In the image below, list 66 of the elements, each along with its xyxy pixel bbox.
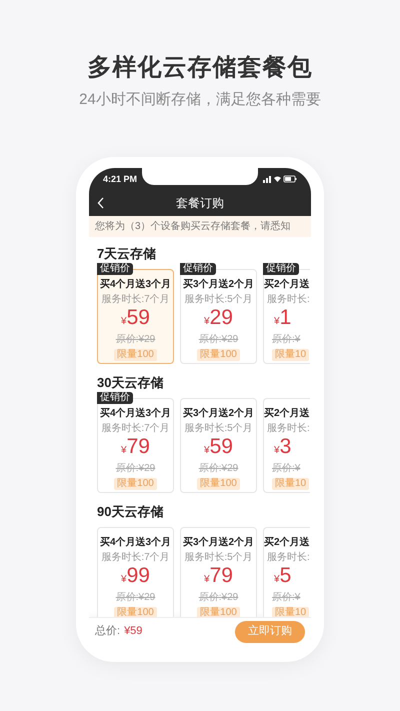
plan-card[interactable]: 买4个月送3个月 服务时长:7个月 ¥99 原价:¥29 限量100 bbox=[97, 527, 174, 617]
original-price: 原价:¥29 bbox=[116, 592, 156, 604]
plan-price: ¥3 bbox=[273, 435, 292, 460]
limit-tag: 限量10 bbox=[272, 349, 310, 361]
promo-badge: 促销价 bbox=[263, 263, 299, 275]
back-icon[interactable] bbox=[97, 197, 105, 209]
plan-card[interactable]: 买2个月送 服务时长: ¥5 原价:¥ 限量10 bbox=[263, 527, 310, 617]
plan-price: ¥99 bbox=[121, 564, 150, 589]
plan-price: ¥59 bbox=[204, 435, 233, 460]
original-price: 原价:¥29 bbox=[116, 463, 156, 475]
limit-tag: 限量100 bbox=[114, 607, 157, 617]
plan-price: ¥59 bbox=[121, 306, 150, 331]
plan-duration: 服务时长:5个月 bbox=[184, 422, 253, 435]
limit-tag: 限量100 bbox=[197, 607, 240, 617]
plan-name: 买2个月送 bbox=[264, 278, 310, 291]
section-title: 7天云存储 bbox=[96, 245, 158, 263]
limit-tag: 限量10 bbox=[272, 478, 310, 490]
section-title: 90天云存储 bbox=[96, 503, 164, 521]
status-time: 4:21 PM bbox=[103, 173, 138, 186]
limit-tag: 限量100 bbox=[197, 349, 240, 361]
plan-duration: 服务时长:7个月 bbox=[101, 422, 170, 435]
plan-duration: 服务时长:7个月 bbox=[101, 293, 170, 306]
subheadline: 24小时不间断存储，满足您各种需要 bbox=[79, 90, 321, 110]
plan-card[interactable]: 买2个月送 服务时长: ¥3 原价:¥ 限量10 bbox=[263, 398, 310, 493]
limit-tag: 限量100 bbox=[114, 478, 157, 490]
plan-name: 买2个月送 bbox=[264, 536, 310, 549]
plan-name: 买3个月送2个月 bbox=[182, 407, 254, 420]
nav-title: 套餐订购 bbox=[175, 195, 225, 212]
promo-badge: 促销价 bbox=[97, 263, 133, 275]
plan-name: 买4个月送3个月 bbox=[100, 407, 172, 420]
original-price: 原价:¥29 bbox=[198, 463, 238, 475]
original-price: 原价:¥ bbox=[271, 334, 300, 346]
original-price: 原价:¥29 bbox=[198, 592, 238, 604]
plan-price: ¥79 bbox=[204, 564, 233, 589]
plan-name: 买4个月送3个月 bbox=[100, 278, 172, 291]
plan-card[interactable]: 买3个月送2个月 服务时长:5个月 ¥79 原价:¥29 限量100 bbox=[180, 527, 257, 617]
notice-text: 您将为（3）个设备购买云存储套餐，请悉知 bbox=[95, 220, 291, 234]
section-title: 30天云存储 bbox=[96, 374, 164, 392]
plan-duration: 服务时长: bbox=[266, 551, 310, 564]
promo-badge: 促销价 bbox=[180, 263, 216, 275]
promo-badge: 促销价 bbox=[97, 392, 133, 404]
total-price: ¥59 bbox=[124, 624, 142, 640]
plan-duration: 服务时长:5个月 bbox=[184, 551, 253, 564]
plan-name: 买3个月送2个月 bbox=[182, 536, 254, 549]
plan-name: 买3个月送2个月 bbox=[182, 278, 254, 291]
plan-name: 买4个月送3个月 bbox=[100, 536, 172, 549]
status-icons bbox=[262, 175, 297, 183]
limit-tag: 限量100 bbox=[114, 349, 157, 361]
original-price: 原价:¥29 bbox=[116, 334, 156, 346]
plan-price: ¥1 bbox=[273, 306, 292, 331]
plan-price: ¥29 bbox=[204, 306, 233, 331]
plan-card[interactable]: 买3个月送2个月 服务时长:5个月 ¥59 原价:¥29 限量100 bbox=[180, 398, 257, 493]
plan-name: 买2个月送 bbox=[264, 407, 310, 420]
headline: 多样化云存储套餐包 bbox=[88, 53, 312, 83]
plan-price: ¥5 bbox=[273, 564, 292, 589]
limit-tag: 限量100 bbox=[197, 478, 240, 490]
total-label: 总价: bbox=[95, 624, 120, 640]
limit-tag: 限量10 bbox=[272, 607, 310, 617]
plan-duration: 服务时长: bbox=[266, 293, 310, 306]
plan-duration: 服务时长: bbox=[266, 422, 310, 435]
original-price: 原价:¥ bbox=[271, 463, 300, 475]
plan-duration: 服务时长:7个月 bbox=[101, 551, 170, 564]
original-price: 原价:¥ bbox=[271, 592, 300, 604]
plan-price: ¥79 bbox=[121, 435, 150, 460]
original-price: 原价:¥29 bbox=[198, 334, 238, 346]
plan-duration: 服务时长:5个月 bbox=[184, 293, 253, 306]
